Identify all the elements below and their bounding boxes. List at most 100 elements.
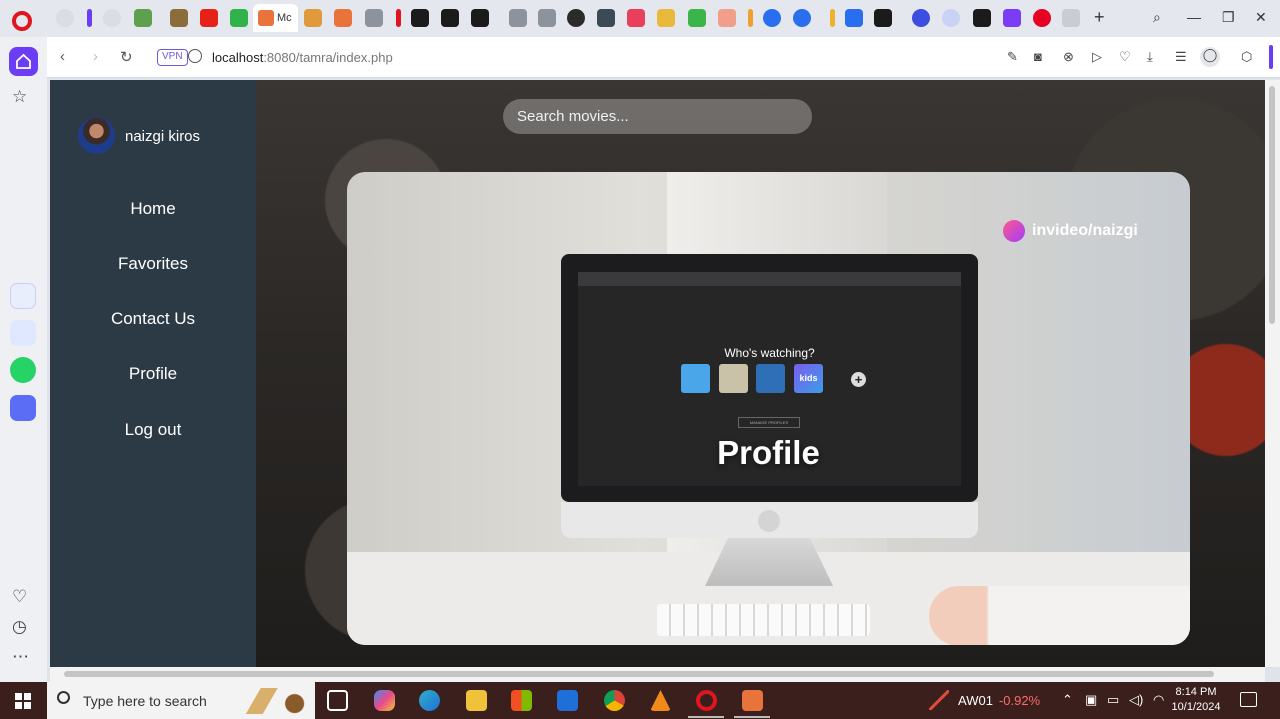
maximize-icon[interactable]: ❐ [1222,9,1235,26]
wifi-icon[interactable]: ◠ [1153,692,1164,708]
tab-favicon-checkbox-icon[interactable] [845,9,863,27]
taskbar-search[interactable]: Type here to search [47,682,315,719]
shield-icon[interactable]: ⊗ [1063,49,1074,65]
nav-profile[interactable]: Profile [50,364,256,384]
avatar[interactable] [78,117,115,154]
nav-log-out[interactable]: Log out [50,420,256,440]
tab-favicon-hat-icon[interactable] [657,9,675,27]
tab-search-icon[interactable]: ⌕ [1153,9,1161,26]
nav-contact-us[interactable]: Contact Us [50,309,256,329]
tab-favicon-xampp-icon[interactable] [334,9,352,27]
vlc-icon[interactable] [650,690,671,711]
tab-favicon-diamond-icon[interactable] [627,9,645,27]
tab-favicon-framer-icon[interactable] [441,9,459,27]
globe-icon[interactable] [188,49,202,63]
active-tab[interactable]: Mc [253,4,298,32]
heart-icon[interactable]: ♡ [12,587,27,607]
notification-icon[interactable] [1240,692,1257,707]
edit-icon[interactable]: ✎ [1007,49,1018,65]
minimize-icon[interactable]: — [1187,9,1201,25]
clock-time: 8:14 PM [1175,686,1217,698]
edge-icon[interactable] [419,690,440,711]
tab-favicon-marker-yellow-icon[interactable] [830,9,835,27]
reload-icon[interactable]: ↻ [120,48,133,66]
camera-icon[interactable]: ◙ [1034,49,1042,64]
home-icon[interactable] [9,47,38,76]
extensions-icon[interactable]: ⬡ [1241,49,1252,65]
history-icon[interactable]: ◷ [12,617,27,637]
horizontal-scrollbar[interactable] [50,667,1265,682]
url-field[interactable]: localhost:8080/tamra/index.php [212,50,393,65]
whatsapp-icon[interactable] [10,357,36,383]
music-icon[interactable] [10,395,36,421]
monitor-logo [758,510,780,532]
back-icon[interactable]: ‹ [60,48,65,65]
opera-icon[interactable] [12,11,32,31]
tab-favicon-purple-icon[interactable] [1003,9,1021,27]
tab-favicon-node-icon[interactable] [134,9,152,27]
opera-taskbar-icon[interactable] [696,690,717,711]
profile-icon[interactable]: ◯ [1200,47,1220,67]
tab-favicon-doc-icon[interactable] [509,9,527,27]
messenger-icon[interactable] [10,320,36,346]
battery-icon[interactable]: ▭ [1107,692,1119,708]
tab-favicon-tc-icon[interactable] [718,9,736,27]
tab-favicon-globe-icon[interactable] [912,9,930,27]
tab-favicon-doc-icon[interactable] [538,9,556,27]
tab-favicon-marker-icon[interactable] [87,9,92,27]
more-icon[interactable]: ⋯ [12,647,29,667]
meet-now-icon[interactable]: ▣ [1085,692,1097,708]
copilot-icon[interactable] [374,690,395,711]
tab-favicon-chatgpt-icon[interactable] [56,9,74,27]
nav-home[interactable]: Home [50,199,256,219]
tab-favicon-doc-icon[interactable] [365,9,383,27]
windows-start-icon[interactable] [15,693,31,709]
scroll-thumb[interactable] [64,671,1214,677]
tab-favicon-framer-icon[interactable] [471,9,489,27]
forward-icon[interactable]: › [93,48,98,65]
task-view-icon[interactable] [327,690,348,711]
tab-favicon-youtube-icon[interactable] [200,9,218,27]
tab-favicon-play-icon[interactable] [230,9,248,27]
chevron-up-icon[interactable]: ⌃ [1062,692,1073,708]
tab-favicon-pinterest-icon[interactable] [1033,9,1051,27]
store-icon[interactable] [511,690,532,711]
menu-icon[interactable]: ☰ [1175,49,1187,65]
hero-banner: invideo/naizgi Who's watching? kids + MA… [347,172,1190,645]
tab-favicon-media-icon[interactable] [170,9,188,27]
vertical-scrollbar[interactable] [1265,80,1280,667]
tab-favicon-px-icon[interactable] [688,9,706,27]
tab-favicon-search-icon[interactable] [942,9,960,27]
tab-favicon-marker-red-icon[interactable] [396,9,401,27]
play-icon[interactable]: ▷ [1092,49,1102,65]
tab-favicon-dark-icon[interactable] [874,9,892,27]
heart-icon[interactable]: ♡ [1119,49,1131,65]
tab-favicon-blue-icon[interactable] [763,9,781,27]
new-tab-plus-icon[interactable]: + [1094,7,1105,28]
vpn-badge[interactable]: VPN [157,49,188,66]
stock-widget[interactable]: AW01 -0.92% [958,693,1040,708]
tab-favicon-grid-icon[interactable] [1062,9,1080,27]
tab-favicon-palette-icon[interactable] [597,9,615,27]
volume-icon[interactable]: ◁) [1129,692,1143,708]
star-icon[interactable]: ☆ [12,87,27,107]
tab-favicon-framer-icon[interactable] [411,9,429,27]
tab-favicon-gpt-icon[interactable] [103,9,121,27]
system-clock[interactable]: 8:14 PM 10/1/2024 [1170,685,1222,715]
tab-favicon-marker-orange-icon[interactable] [748,9,753,27]
file-explorer-icon[interactable] [466,690,487,711]
close-icon[interactable]: ✕ [1255,9,1267,26]
search-input[interactable] [503,99,812,134]
chrome-icon[interactable] [604,690,625,711]
user-profile[interactable]: naizgi kiros [78,117,248,155]
nav-favorites[interactable]: Favorites [50,254,256,274]
tab-favicon-java-icon[interactable] [304,9,322,27]
download-icon[interactable]: ⤓ [1147,49,1153,65]
scroll-thumb[interactable] [1269,86,1275,324]
tab-favicon-d-icon[interactable] [567,9,585,27]
tab-favicon-dark-icon[interactable] [973,9,991,27]
aria-icon[interactable] [10,283,36,309]
tab-favicon-blue-icon[interactable] [793,9,811,27]
xampp-taskbar-icon[interactable] [742,690,763,711]
mail-icon[interactable] [557,690,578,711]
